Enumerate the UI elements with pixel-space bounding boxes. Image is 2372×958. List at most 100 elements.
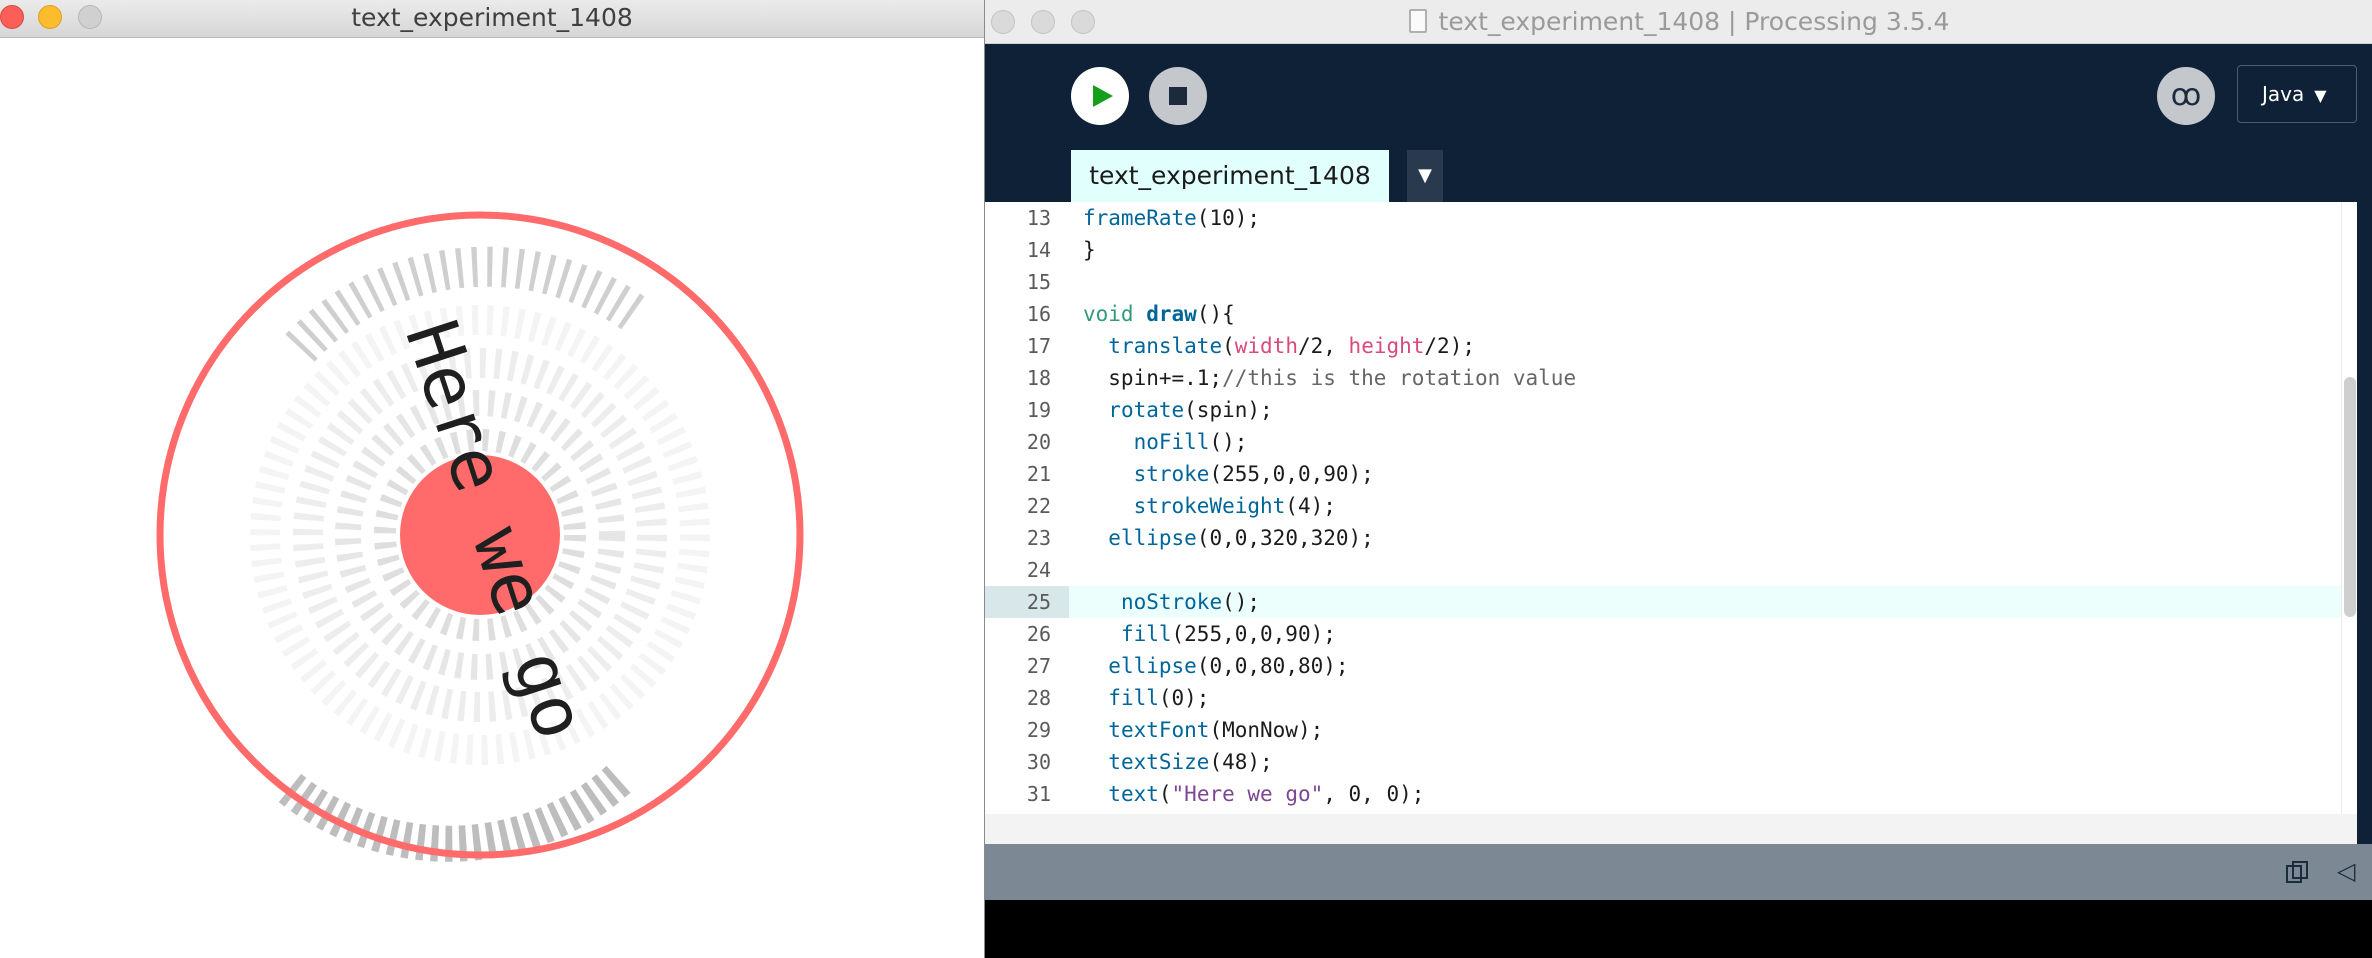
code-line[interactable]: 26 fill(255,0,0,90); <box>985 618 2357 650</box>
code-line[interactable]: 25 noStroke(); <box>985 586 2357 618</box>
line-number: 27 <box>1026 654 1051 678</box>
code-line[interactable]: 29 textFont(MonNow); <box>985 714 2357 746</box>
code-text: noStroke(); <box>1083 586 1260 618</box>
line-number: 30 <box>1026 750 1051 774</box>
sketch-window: text_experiment_1408 Here we go <box>0 0 984 958</box>
code-line[interactable]: 17 translate(width/2, height/2); <box>985 330 2357 362</box>
console-area[interactable] <box>985 900 2372 958</box>
debug-button[interactable]: ꝏ <box>2157 67 2215 125</box>
code-text: strokeWeight(4); <box>1083 490 1336 522</box>
code-token: } <box>1083 238 1096 262</box>
code-token: noStroke <box>1120 590 1223 614</box>
code-token: (10); <box>1196 206 1261 230</box>
editor-vertical-scrollbar[interactable] <box>2341 202 2357 814</box>
code-text: noFill(); <box>1083 426 1248 458</box>
editor-horizontal-scrollbar[interactable] <box>985 814 2357 844</box>
code-line[interactable]: 22 strokeWeight(4); <box>985 490 2357 522</box>
scroll-thumb[interactable] <box>2344 377 2356 617</box>
code-token: , 0, 0); <box>1323 782 1425 806</box>
close-window-button[interactable] <box>991 10 1015 34</box>
line-number: 23 <box>1026 526 1051 550</box>
code-editor[interactable]: 13 frameRate(10); 14} 15 16 void draw(){17 tr… <box>985 202 2357 814</box>
code-token: (255,0,0,90); <box>1171 622 1336 646</box>
run-button[interactable] <box>1071 67 1129 125</box>
code-token: (); <box>1222 590 1261 614</box>
code-token: strokeWeight <box>1133 494 1286 518</box>
code-line[interactable]: 23 ellipse(0,0,320,320); <box>985 522 2357 554</box>
code-line[interactable]: 31 text("Here we go", 0, 0); <box>985 778 2357 810</box>
line-number: 15 <box>1026 270 1051 294</box>
sketch-titlebar[interactable]: text_experiment_1408 <box>0 0 984 38</box>
code-token: text <box>1108 782 1159 806</box>
code-text: ellipse(0,0,320,320); <box>1083 522 1374 554</box>
code-token: fill <box>1120 622 1172 646</box>
line-number: 28 <box>1026 686 1051 710</box>
code-token: (0,0,80,80); <box>1196 654 1349 678</box>
line-number: 22 <box>1026 494 1051 518</box>
tab-sketch[interactable]: text_experiment_1408 <box>1071 150 1389 202</box>
code-line[interactable]: 13 frameRate(10); <box>985 202 2357 234</box>
code-text: spin+=.1;//this is the rotation value <box>1083 362 1576 394</box>
code-line[interactable]: 20 noFill(); <box>985 426 2357 458</box>
code-line[interactable]: 30 textSize(48); <box>985 746 2357 778</box>
code-token: textFont <box>1108 718 1210 742</box>
line-number: 16 <box>1026 302 1051 326</box>
copy-icon[interactable] <box>2285 860 2309 884</box>
code-line[interactable]: 15 <box>985 266 2357 298</box>
mode-select[interactable]: Java ▼ <box>2237 65 2357 123</box>
zoom-window-button[interactable] <box>1071 10 1095 34</box>
code-line[interactable]: 24 <box>985 554 2357 586</box>
code-text: textSize(48); <box>1083 746 1272 778</box>
document-icon <box>1408 9 1427 33</box>
code-token: (0); <box>1158 686 1210 710</box>
collapse-console-icon[interactable]: ◁ <box>2337 856 2365 886</box>
code-line[interactable]: 28 fill(0); <box>985 682 2357 714</box>
code-text: text("Here we go", 0, 0); <box>1083 778 1424 810</box>
code-text: ellipse(0,0,80,80); <box>1083 650 1349 682</box>
minimize-window-button[interactable] <box>38 5 62 29</box>
zoom-window-button[interactable] <box>78 5 102 29</box>
code-token: (4); <box>1285 494 1336 518</box>
code-line[interactable]: 19 rotate(spin); <box>985 394 2357 426</box>
status-bar: ◁ <box>985 844 2372 900</box>
line-number: 18 <box>1026 366 1051 390</box>
minimize-window-button[interactable] <box>1031 10 1055 34</box>
code-token: /2); <box>1424 334 1475 358</box>
line-number: 19 <box>1026 398 1051 422</box>
tab-menu-button[interactable]: ▼ <box>1407 150 1443 202</box>
code-line[interactable]: 18 spin+=.1;//this is the rotation value <box>985 362 2357 394</box>
code-line[interactable]: 27 ellipse(0,0,80,80); <box>985 650 2357 682</box>
code-line[interactable]: 16 void draw(){ <box>985 298 2357 330</box>
code-line[interactable]: 21 stroke(255,0,0,90); <box>985 458 2357 490</box>
mode-label: Java <box>2262 82 2305 106</box>
code-token: textSize <box>1108 750 1210 774</box>
line-number: 31 <box>1026 782 1051 806</box>
code-token: ( <box>1158 782 1172 806</box>
stop-button[interactable] <box>1149 67 1207 125</box>
stop-icon <box>1169 87 1187 105</box>
code-text: frameRate(10); <box>1083 202 1260 234</box>
line-number: 14 <box>1026 238 1051 262</box>
butterfly-icon: ꝏ <box>2170 78 2202 113</box>
ide-window-title: text_experiment_1408 | Processing 3.5.4 <box>1438 7 1950 36</box>
code-token: "Here we go" <box>1171 782 1324 806</box>
sketch-window-title: text_experiment_1408 <box>351 3 633 32</box>
code-token: noFill <box>1133 430 1210 454</box>
code-text: stroke(255,0,0,90); <box>1083 458 1374 490</box>
close-window-button[interactable] <box>0 5 24 29</box>
code-line[interactable]: 14} <box>985 234 2357 266</box>
sketch-canvas: Here we go <box>156 211 804 862</box>
ide-titlebar[interactable]: text_experiment_1408 | Processing 3.5.4 <box>985 0 2372 44</box>
play-icon <box>1093 85 1113 107</box>
